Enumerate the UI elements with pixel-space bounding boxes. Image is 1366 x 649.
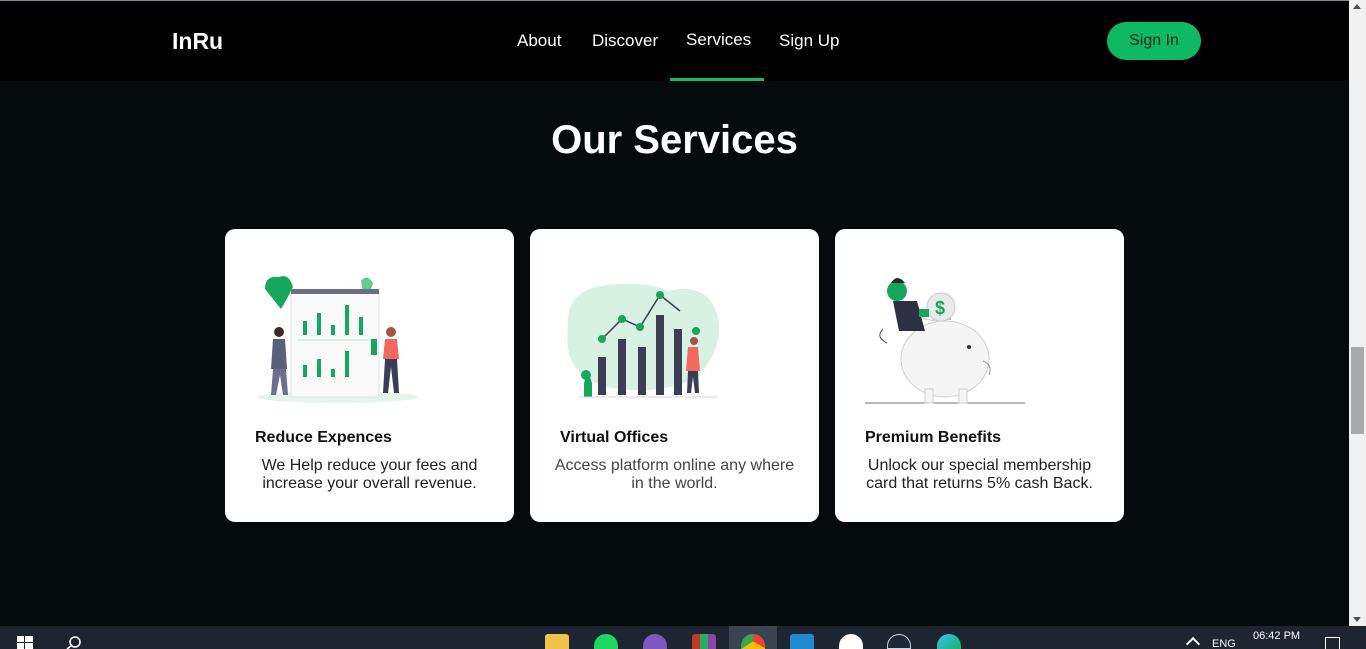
sign-in-button[interactable]: Sign In xyxy=(1107,22,1201,60)
svg-text:$: $ xyxy=(935,298,945,318)
card-title: Premium Benefits xyxy=(865,429,1002,446)
spotify-icon[interactable] xyxy=(594,634,618,649)
scrollbar-thumb[interactable] xyxy=(1351,347,1364,434)
section-title: Our Services xyxy=(551,118,798,162)
browser-viewport: InRu About Discover Services Sign Up Sig… xyxy=(0,0,1349,626)
steam-icon[interactable] xyxy=(887,634,911,649)
piggy-bank-icon: $ xyxy=(865,278,1025,404)
scroll-up-arrow-icon[interactable] xyxy=(1353,4,1361,9)
nav-link-about[interactable]: About xyxy=(517,31,561,51)
card-title: Virtual Offices xyxy=(560,429,669,446)
card-title: Reduce Expences xyxy=(255,429,392,446)
scroll-down-arrow-icon[interactable] xyxy=(1353,617,1361,622)
service-card-virtual-offices[interactable]: Virtual Offices Access platform online a… xyxy=(530,229,819,522)
notification-center-icon[interactable] xyxy=(1325,637,1340,649)
nav-link-signup[interactable]: Sign Up xyxy=(779,31,839,51)
service-card-premium-benefits[interactable]: $ Premium Benefits Unlock our special me… xyxy=(835,229,1124,522)
edge-icon[interactable] xyxy=(937,634,961,649)
card-description: Unlock our special membership card that … xyxy=(866,457,1093,492)
window-border xyxy=(0,0,1366,1)
nav-link-services[interactable]: Services xyxy=(686,30,751,50)
signal-icon[interactable] xyxy=(839,634,863,649)
clock[interactable]: 06:42 PM xyxy=(1253,630,1300,642)
winrar-icon[interactable] xyxy=(692,634,716,649)
show-hidden-icons-chevron-icon[interactable] xyxy=(1185,636,1201,649)
card-description: Access platform online any where in the … xyxy=(554,457,795,492)
brand-logo[interactable]: InRu xyxy=(172,28,223,55)
vertical-scrollbar[interactable] xyxy=(1349,0,1366,626)
language-indicator[interactable]: ENG xyxy=(1212,638,1236,649)
card-description: We Help reduce your fees and increase yo… xyxy=(261,457,478,492)
vscode-icon[interactable] xyxy=(790,634,814,649)
file-explorer-icon[interactable] xyxy=(545,634,569,649)
nav-link-discover[interactable]: Discover xyxy=(592,31,658,51)
growth-chart-icon xyxy=(567,283,720,398)
tor-icon[interactable] xyxy=(643,634,667,649)
navbar: InRu About Discover Services Sign Up Sig… xyxy=(0,1,1349,81)
windows-taskbar: ENG 06:42 PM xyxy=(0,626,1366,649)
active-nav-indicator xyxy=(670,78,764,81)
analytics-board-icon xyxy=(258,276,418,403)
search-icon[interactable] xyxy=(66,635,82,649)
service-card-reduce-expences[interactable]: Reduce Expences We Help reduce your fees… xyxy=(225,229,514,522)
windows-start-icon[interactable] xyxy=(17,636,33,649)
